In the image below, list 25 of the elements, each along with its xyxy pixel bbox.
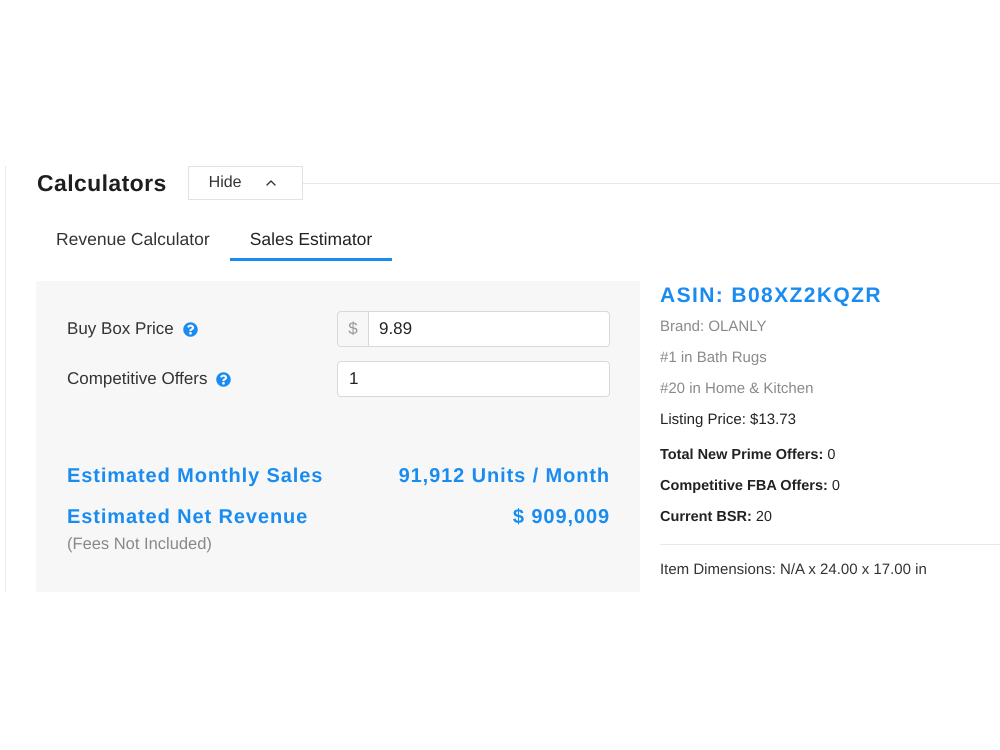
product-detail: #20 in Home & Kitchen [660, 379, 814, 399]
hide-toggle-button[interactable]: Hide [188, 166, 303, 200]
currency-addon: $ [337, 311, 369, 347]
tab[interactable]: Revenue Calculator [36, 220, 230, 261]
help-icon[interactable] [182, 322, 198, 336]
help-icon[interactable] [216, 372, 232, 386]
offer-stat: Competitive FBA Offers: 0 [660, 477, 841, 496]
offer-stat: Total New Prime Offers: 0 [660, 446, 836, 465]
product-detail: #1 in Bath Rugs [660, 348, 768, 368]
tab[interactable]: Sales Estimator [230, 220, 392, 261]
result-value: 91,912 Units / Month [398, 464, 610, 489]
result-label: Estimated Net Revenue [67, 505, 308, 530]
input-field[interactable]: 9.89 [369, 311, 610, 347]
asin-heading: ASIN: B08XZ2KQZR [660, 283, 883, 309]
section-title: Calculators [37, 169, 167, 198]
product-detail: Brand: OLANLY [660, 317, 768, 337]
result-label: Estimated Monthly Sales [67, 464, 324, 489]
result-value: $ 909,009 [512, 505, 610, 530]
product-detail: Listing Price: $13.73 [660, 410, 797, 430]
input-field[interactable]: 1 [337, 361, 610, 397]
offer-stat: Current BSR: 20 [660, 508, 774, 527]
item-dimensions: Item Dimensions: N/A x 24.00 x 17.00 in [660, 560, 928, 580]
field-label: Competitive Offers [67, 369, 208, 389]
result-note: (Fees Not Included) [67, 534, 213, 554]
field-label: Buy Box Price [67, 319, 174, 339]
